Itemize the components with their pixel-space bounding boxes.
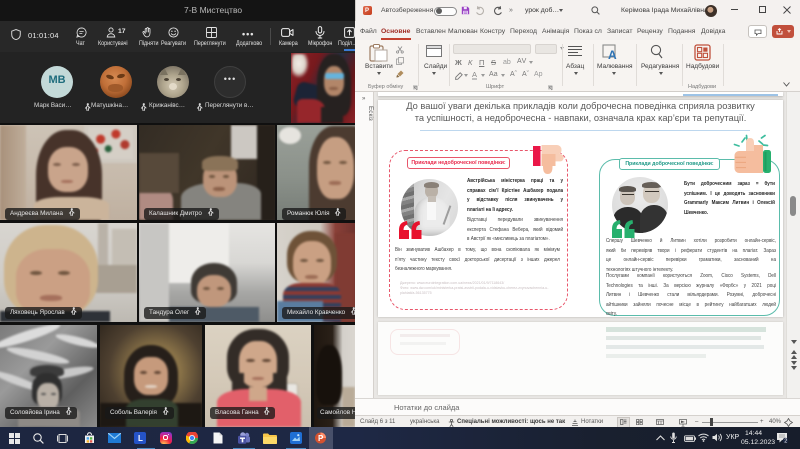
svg-text:2: 2 — [784, 439, 787, 444]
svg-text:P: P — [318, 434, 324, 443]
svg-text:A: A — [608, 48, 617, 61]
